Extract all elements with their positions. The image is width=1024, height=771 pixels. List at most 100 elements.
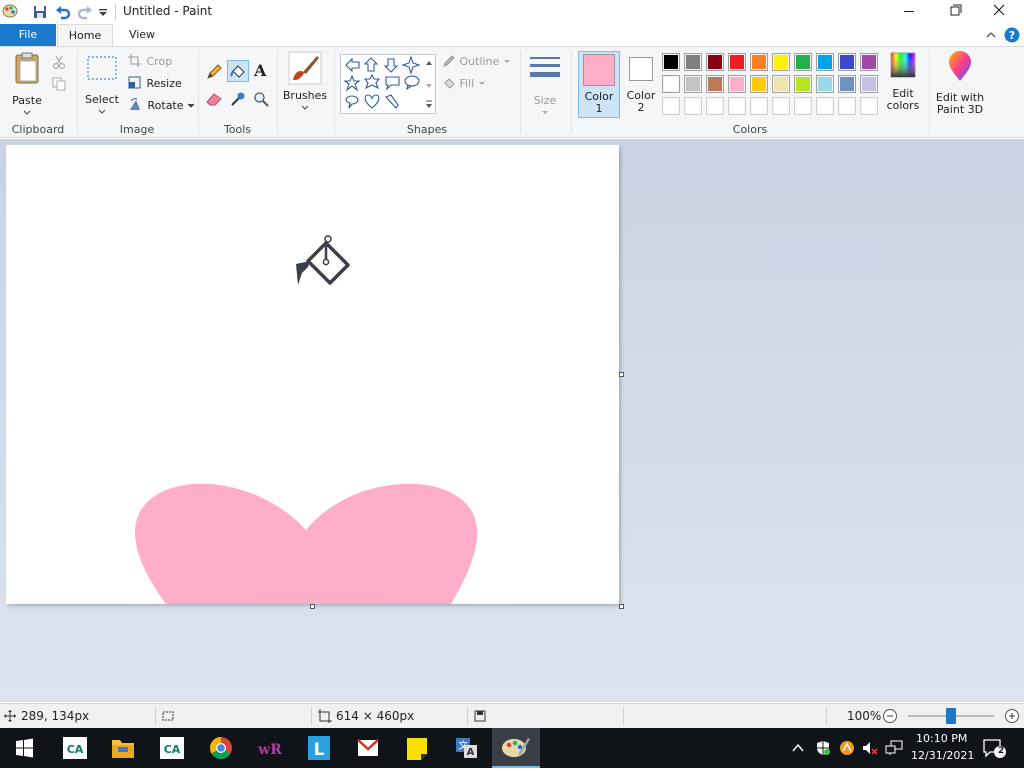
network-icon[interactable]: [885, 740, 903, 759]
taskbar-translator[interactable]: 文A: [448, 732, 484, 764]
taskbar-paint-active[interactable]: [492, 728, 540, 768]
palette-swatch[interactable]: [706, 75, 724, 93]
customize-toolbar-icon[interactable]: [98, 8, 108, 18]
taskbar-sticky-notes[interactable]: [399, 732, 435, 764]
tab-home[interactable]: Home: [57, 24, 113, 47]
palette-swatch[interactable]: [838, 75, 856, 93]
zoom-slider-thumb[interactable]: [946, 708, 956, 724]
resize-handle-right[interactable]: [619, 372, 624, 377]
palette-swatch[interactable]: [860, 97, 878, 115]
palette-swatch[interactable]: [706, 53, 724, 71]
select-button[interactable]: Select: [82, 55, 122, 115]
colors-group-label: Colors: [732, 123, 768, 136]
palette-swatch[interactable]: [706, 97, 724, 115]
palette-swatch[interactable]: [860, 53, 878, 71]
palette-swatch[interactable]: [816, 97, 834, 115]
copy-icon[interactable]: [52, 77, 66, 91]
edit-with-paint3d-button[interactable]: Edit with Paint 3D: [934, 51, 986, 119]
tab-file[interactable]: File: [0, 24, 56, 46]
drawing-canvas[interactable]: [6, 145, 619, 604]
minimize-button[interactable]: [894, 0, 924, 24]
palette-swatch[interactable]: [772, 53, 790, 71]
close-button[interactable]: [984, 0, 1014, 24]
crop-button[interactable]: Crop: [128, 53, 172, 71]
text-icon[interactable]: A: [254, 61, 266, 80]
tab-view[interactable]: View: [116, 24, 168, 46]
svg-text:CA: CA: [164, 743, 181, 756]
palette-swatch[interactable]: [816, 53, 834, 71]
taskbar-app-ca-1[interactable]: CA: [57, 732, 93, 764]
taskbar-mail[interactable]: [350, 732, 386, 764]
select-rectangle-icon: [87, 56, 117, 80]
rotate-button[interactable]: Rotate: [128, 97, 195, 115]
palette-swatch[interactable]: [728, 53, 746, 71]
fill-button[interactable]: Fill: [442, 75, 486, 93]
palette-swatch[interactable]: [684, 53, 702, 71]
volume-muted-icon[interactable]: [861, 740, 879, 759]
taskbar-winrar[interactable]: wR: [252, 732, 288, 764]
zoom-in-button[interactable]: [1004, 708, 1020, 727]
palette-swatch[interactable]: [772, 75, 790, 93]
palette-swatch[interactable]: [750, 97, 768, 115]
magnifier-icon[interactable]: [253, 91, 269, 107]
clock-date[interactable]: 12/31/2021: [911, 749, 974, 762]
resize-button[interactable]: Resize: [128, 75, 182, 93]
palette-swatch[interactable]: [728, 97, 746, 115]
resize-handle-bottom[interactable]: [310, 604, 315, 609]
resize-handle-corner[interactable]: [619, 604, 624, 609]
gallery-scroll-up-icon[interactable]: [425, 57, 433, 70]
clock-time[interactable]: 10:10 PM: [916, 732, 967, 745]
pencil-icon[interactable]: [205, 63, 223, 81]
palette-swatch[interactable]: [794, 53, 812, 71]
zoom-out-button[interactable]: [882, 708, 898, 727]
collapse-ribbon-icon[interactable]: [985, 29, 997, 41]
color-picker-icon[interactable]: [230, 91, 246, 107]
color1-button[interactable]: Color 1: [578, 51, 620, 118]
redo-icon[interactable]: [77, 4, 93, 20]
fill-bucket-icon[interactable]: [227, 60, 249, 82]
palette-swatch[interactable]: [860, 75, 878, 93]
pink-heart-shape[interactable]: [135, 483, 478, 604]
help-icon[interactable]: ?: [1004, 27, 1020, 43]
maximize-button[interactable]: [940, 0, 970, 24]
taskbar-app-l[interactable]: L: [301, 732, 337, 764]
palette-swatch[interactable]: [816, 75, 834, 93]
eraser-icon[interactable]: [205, 91, 223, 107]
size-button[interactable]: Size: [526, 55, 564, 117]
palette-swatch[interactable]: [772, 97, 790, 115]
palette-swatch[interactable]: [684, 97, 702, 115]
shapes-gallery[interactable]: [340, 54, 436, 114]
palette-swatch[interactable]: [662, 75, 680, 93]
palette-swatch[interactable]: [750, 75, 768, 93]
taskbar-app-ca-2[interactable]: CA: [154, 732, 190, 764]
security-shield-icon[interactable]: [815, 740, 831, 759]
canvas-workspace[interactable]: [0, 139, 1024, 702]
edit-colors-button[interactable]: Edit colors: [884, 51, 922, 117]
tray-chevron-up-icon[interactable]: [791, 741, 805, 758]
taskbar-chrome[interactable]: [203, 732, 239, 764]
palette-swatch[interactable]: [728, 75, 746, 93]
palette-swatch[interactable]: [750, 53, 768, 71]
color2-button[interactable]: Color 2: [622, 51, 660, 118]
taskbar-file-explorer[interactable]: [105, 732, 141, 764]
palette-swatch[interactable]: [838, 53, 856, 71]
save-icon[interactable]: [33, 5, 47, 19]
start-button[interactable]: [0, 728, 48, 768]
gallery-expand-icon[interactable]: [425, 99, 433, 112]
outline-button[interactable]: Outline: [442, 53, 511, 71]
paste-button[interactable]: Paste: [6, 51, 48, 115]
palette-swatch[interactable]: [662, 97, 680, 115]
palette-swatch[interactable]: [794, 97, 812, 115]
outline-pen-icon: [443, 55, 455, 67]
paint-app-icon[interactable]: [2, 4, 18, 18]
palette-swatch[interactable]: [794, 75, 812, 93]
brushes-button[interactable]: Brushes: [282, 51, 328, 115]
palette-swatch[interactable]: [662, 53, 680, 71]
palette-swatch[interactable]: [838, 97, 856, 115]
tray-app-orange-icon[interactable]: [839, 740, 855, 759]
undo-icon[interactable]: [55, 4, 71, 20]
palette-swatch[interactable]: [684, 75, 702, 93]
gallery-scroll-down-icon[interactable]: [425, 80, 433, 93]
cut-icon[interactable]: [52, 55, 66, 69]
paint3d-icon: [949, 51, 971, 81]
